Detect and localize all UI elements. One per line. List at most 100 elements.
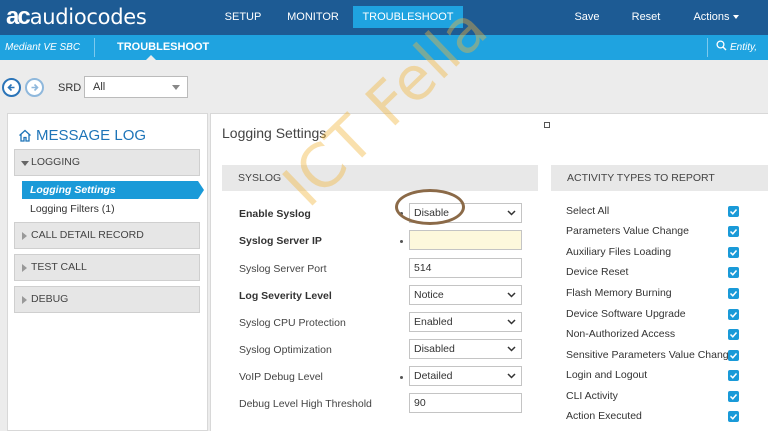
syslog-server-ip-label: Syslog Server IP (239, 235, 322, 247)
sidebar-item-logging-filters[interactable]: Logging Filters (1) (30, 203, 115, 215)
activity-checkbox[interactable] (728, 411, 739, 422)
checkmark-icon (729, 394, 738, 400)
activity-checkbox[interactable] (728, 370, 739, 381)
syslog-server-port-input[interactable]: 514 (409, 258, 522, 278)
sidebar-group-label: LOGGING (31, 156, 81, 168)
highlight-ring (395, 189, 465, 225)
divider (707, 38, 708, 57)
syslog-cpu-protection-label: Syslog CPU Protection (239, 317, 346, 329)
activity-checkbox[interactable] (728, 350, 739, 361)
chevron-down-icon (507, 292, 516, 298)
activity-checkbox[interactable] (728, 267, 739, 278)
debug-level-high-threshold-input[interactable]: 90 (409, 393, 522, 413)
chevron-down-icon (507, 346, 516, 352)
srd-select[interactable]: All (84, 76, 188, 98)
activity-label: Action Executed (566, 410, 642, 422)
debug-level-high-threshold-label: Debug Level High Threshold (239, 398, 372, 410)
checkmark-icon (729, 373, 738, 379)
save-button[interactable]: Save (570, 6, 604, 28)
activity-label: Flash Memory Burning (566, 287, 672, 299)
logo-text: audiocodes (29, 5, 147, 29)
home-icon (19, 129, 31, 142)
pin-icon[interactable] (544, 122, 550, 128)
active-notch (146, 55, 156, 60)
actions-menu[interactable]: Actions (690, 6, 742, 28)
expanded-triangle-icon (21, 161, 29, 166)
modified-indicator (400, 240, 403, 243)
activity-checkbox[interactable] (728, 247, 739, 258)
select-value: Enabled (414, 316, 453, 328)
syslog-cpu-protection-select[interactable]: Enabled (409, 312, 522, 332)
chevron-down-icon (507, 210, 516, 216)
activity-label: Login and Logout (566, 369, 648, 381)
syslog-optimization-label: Syslog Optimization (239, 344, 332, 356)
sidebar: MESSAGE LOG LOGGING Logging Settings Log… (7, 113, 208, 431)
logo-mark: ac (6, 3, 31, 30)
sidebar-item-logging-settings[interactable]: Logging Settings (22, 181, 204, 199)
entity-search[interactable]: Entity, (716, 35, 757, 60)
voip-debug-level-label: VoIP Debug Level (239, 371, 323, 383)
checkmark-icon (729, 332, 738, 338)
activity-checkbox[interactable] (728, 288, 739, 299)
search-icon (716, 40, 727, 51)
collapsed-triangle-icon (22, 232, 27, 240)
checkmark-icon (729, 291, 738, 297)
select-value: Disabled (414, 343, 455, 355)
activity-label: CLI Activity (566, 390, 618, 402)
activity-checkbox[interactable] (728, 206, 739, 217)
main-panel: Logging Settings SYSLOG ACTIVITY TYPES T… (210, 113, 768, 431)
srd-value: All (93, 81, 106, 93)
modified-indicator (400, 376, 403, 379)
checkmark-icon (729, 209, 738, 215)
sidebar-group-logging[interactable]: LOGGING (14, 149, 200, 176)
forward-button[interactable] (25, 78, 44, 97)
sidebar-group-label: TEST CALL (31, 261, 87, 273)
device-name: Mediant VE SBC (5, 42, 81, 53)
sidebar-group-debug[interactable]: DEBUG (14, 286, 200, 313)
activity-checkbox[interactable] (728, 226, 739, 237)
search-placeholder: Entity, (730, 42, 758, 53)
sidebar-group-test-call[interactable]: TEST CALL (14, 254, 200, 281)
section-title[interactable]: TROUBLESHOOT (117, 35, 209, 60)
enable-syslog-label: Enable Syslog (239, 208, 311, 220)
arrow-left-icon (7, 83, 15, 92)
activity-label: Parameters Value Change (566, 225, 689, 237)
activity-checkbox[interactable] (728, 391, 739, 402)
checkmark-icon (729, 353, 738, 359)
srd-label: SRD (58, 82, 82, 94)
activity-checkbox[interactable] (728, 329, 739, 340)
divider (94, 38, 95, 57)
caret-down-icon (732, 15, 739, 20)
chevron-down-icon (507, 373, 516, 379)
nav-monitor[interactable]: MONITOR (282, 6, 344, 28)
sidebar-group-cdr[interactable]: CALL DETAIL RECORD (14, 222, 200, 249)
syslog-section-header: SYSLOG (222, 165, 538, 191)
sidebar-group-label: DEBUG (31, 293, 69, 305)
activity-label: Sensitive Parameters Value Change (566, 349, 735, 361)
reset-button[interactable]: Reset (628, 6, 664, 28)
activity-checkbox[interactable] (728, 309, 739, 320)
secondary-bar: Mediant VE SBC TROUBLESHOOT Entity, (0, 35, 768, 60)
page-title: Logging Settings (222, 125, 327, 141)
sidebar-title[interactable]: MESSAGE LOG (18, 127, 146, 144)
sidebar-group-label: CALL DETAIL RECORD (31, 229, 144, 241)
chevron-down-icon (507, 319, 516, 325)
log-severity-level-select[interactable]: Notice (409, 285, 522, 305)
checkmark-icon (729, 270, 738, 276)
syslog-server-ip-input[interactable] (409, 230, 522, 250)
collapsed-triangle-icon (22, 296, 27, 304)
syslog-optimization-select[interactable]: Disabled (409, 339, 522, 359)
voip-debug-level-select[interactable]: Detailed (409, 366, 522, 386)
select-value: Detailed (414, 370, 453, 382)
nav-setup[interactable]: SETUP (220, 6, 266, 28)
activity-label: Non-Authorized Access (566, 328, 676, 340)
checkmark-icon (729, 414, 738, 420)
nav-troubleshoot[interactable]: TROUBLESHOOT (353, 6, 463, 28)
syslog-server-port-label: Syslog Server Port (239, 263, 327, 275)
actions-label: Actions (693, 11, 730, 23)
select-value: Notice (414, 289, 444, 301)
audiocodes-logo[interactable]: ac audiocodes (6, 3, 147, 30)
sidebar-title-text: MESSAGE LOG (36, 127, 147, 144)
top-bar: ac audiocodes SETUP MONITOR TROUBLESHOOT… (0, 0, 768, 35)
back-button[interactable] (2, 78, 21, 97)
